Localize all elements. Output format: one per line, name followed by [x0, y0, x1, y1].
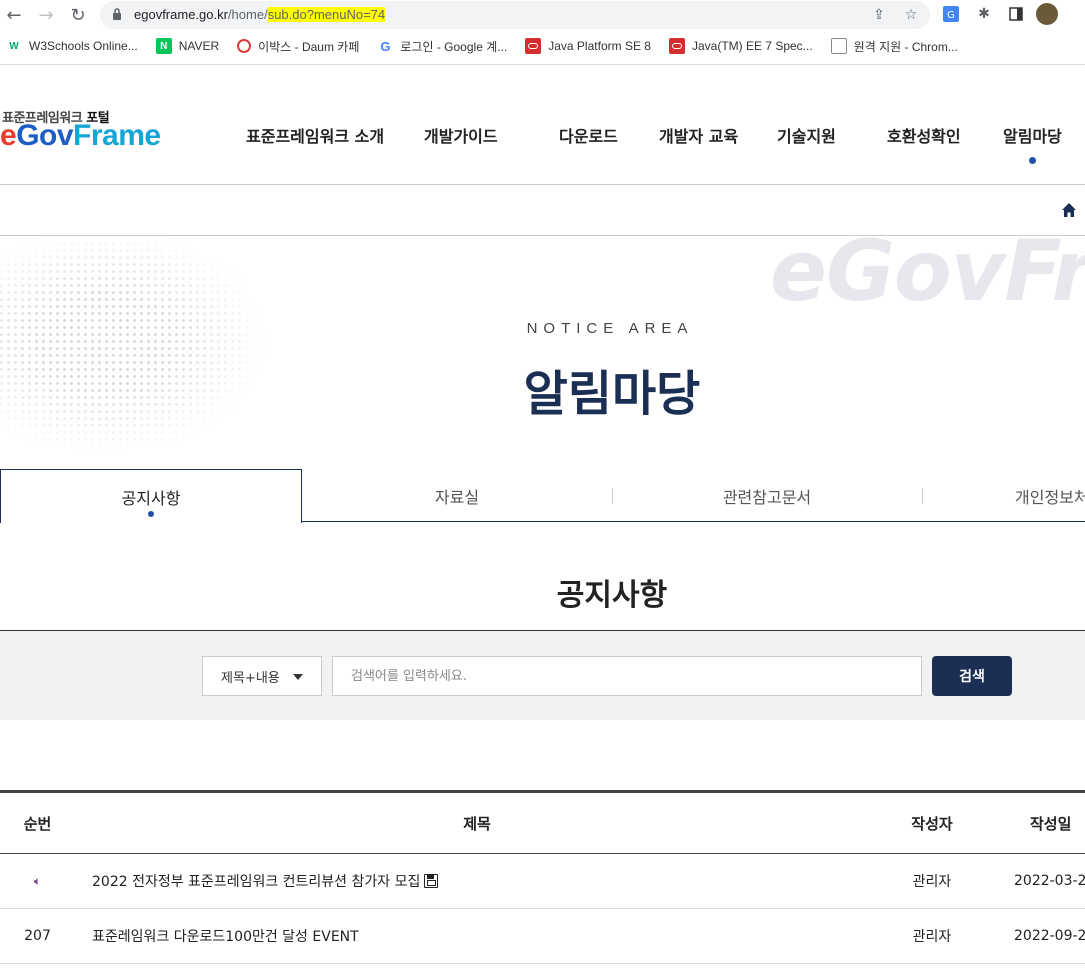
header-date: 작성일: [1030, 814, 1072, 833]
url-text: egovframe.go.kr/home/sub.do?menuNo=74: [134, 7, 386, 22]
active-tab-indicator: [148, 511, 154, 517]
naver-icon: N: [155, 38, 172, 54]
header-writer: 작성자: [911, 814, 953, 833]
search-button[interactable]: 검색: [932, 656, 1012, 696]
site-header: 표준프레임워크 포털 eGovFrame 표준프레임워크 소개 개발가이드 다운…: [0, 65, 1085, 185]
bookmark-daum[interactable]: 이박스 - Daum 카페: [237, 38, 359, 55]
active-nav-indicator: [1029, 157, 1036, 164]
row-date: 2022-03-28: [1014, 873, 1085, 889]
table-row[interactable]: 🔈︎ 2022 전자정부 표준프레임워크 컨트리뷰션 참가자 모집 관리자 20…: [0, 854, 1085, 909]
forward-icon[interactable]: →: [34, 3, 58, 27]
nav-download[interactable]: 다운로드: [559, 123, 618, 147]
search-area: 제목+내용 검색: [0, 630, 1085, 720]
table-header: 순번 제목 작성자 작성일: [0, 793, 1085, 854]
page-title: 알림마당: [523, 366, 701, 422]
bookmarks-bar: W W3Schools Online... N NAVER 이박스 - Daum 카…: [0, 33, 1085, 59]
nav-notice[interactable]: 알림마당: [1003, 123, 1062, 147]
row-title[interactable]: 표준레임워크 다운로드100만건 달성 EVENT: [92, 909, 359, 963]
attachment-icon: [424, 874, 439, 888]
bookmark-label: 이박스 - Daum 카페: [258, 39, 360, 54]
google-icon: G: [380, 38, 391, 54]
chevron-down-icon: [293, 674, 303, 680]
daum-icon: [237, 39, 252, 53]
nav-compat[interactable]: 호환성확인: [887, 123, 961, 147]
browser-toolbar: ← → ↻ egovframe.go.kr/home/sub.do?menuNo…: [0, 0, 1085, 30]
address-bar[interactable]: egovframe.go.kr/home/sub.do?menuNo=74 ⇪ …: [100, 1, 930, 29]
w3schools-icon: W: [9, 40, 19, 52]
home-icon[interactable]: [1061, 202, 1077, 218]
tab-label: 공지사항: [121, 488, 181, 508]
row-title[interactable]: 2022 전자정부 표준프레임워크 컨트리뷰션 참가자 모집: [92, 854, 439, 908]
bookmark-naver[interactable]: N NAVER: [155, 38, 220, 54]
nav-dev-guide[interactable]: 개발가이드: [424, 123, 498, 147]
bookmark-java-se8[interactable]: Java Platform SE 8: [525, 38, 651, 54]
tab-label: 개인정보처리방침: [1015, 488, 1085, 507]
sidepanel-icon[interactable]: [1006, 4, 1026, 24]
extensions-icon[interactable]: ✱: [974, 4, 994, 24]
row-date: 2022-09-22: [1014, 928, 1085, 944]
pinned-notice-cell: 🔈︎: [0, 854, 75, 908]
row-writer: 관리자: [912, 874, 952, 890]
tab-references[interactable]: 관련참고문서: [612, 469, 922, 523]
main-nav: 표준프레임워크 소개 개발가이드 다운로드 개발자 교육 기술지원 호환성확인 …: [0, 123, 1085, 147]
oracle-icon: [668, 38, 685, 54]
bookmark-w3schools[interactable]: W W3Schools Online...: [6, 38, 138, 54]
tab-privacy[interactable]: 개인정보처리방침: [922, 469, 1085, 523]
bookmark-label: NAVER: [178, 39, 220, 53]
bookmark-google[interactable]: G 로그인 - Google 계...: [377, 38, 507, 55]
row-title-text: 2022 전자정부 표준프레임워크 컨트리뷰션 참가자 모집: [92, 874, 421, 890]
table-row[interactable]: 207 표준레임워크 다운로드100만건 달성 EVENT 관리자 2022-0…: [0, 909, 1085, 964]
translate-icon[interactable]: G: [941, 4, 961, 24]
profile-avatar[interactable]: [1036, 3, 1058, 25]
bookmark-label: Java(TM) EE 7 Spec...: [691, 39, 813, 53]
visual-subtitle: NOTICE AREA: [526, 320, 694, 337]
reload-icon[interactable]: ↻: [66, 3, 90, 27]
tab-label: 관련참고문서: [722, 488, 812, 507]
bookmark-label: 로그인 - Google 계...: [400, 39, 508, 54]
nav-intro[interactable]: 표준프레임워크 소개: [246, 123, 384, 147]
remote-desktop-icon: [830, 38, 847, 54]
page-visual: eGovFrame NOTICE AREA 알림마당: [0, 236, 1085, 470]
star-icon[interactable]: ☆: [902, 6, 920, 24]
svg-text:G: G: [947, 10, 955, 21]
row-writer: 관리자: [912, 929, 952, 945]
lock-icon: [113, 8, 121, 20]
bookmark-java-ee7[interactable]: Java(TM) EE 7 Spec...: [668, 38, 813, 54]
nav-education[interactable]: 개발자 교육: [659, 123, 738, 147]
select-value: 제목+내용: [221, 670, 280, 686]
bookmark-label: Java Platform SE 8: [548, 39, 651, 53]
bookmark-label: 원격 지원 - Chrom...: [853, 39, 958, 54]
utility-bar: [0, 185, 1085, 236]
nav-support[interactable]: 기술지원: [777, 123, 836, 147]
section-title: 공지사항: [556, 578, 668, 613]
tab-archive[interactable]: 자료실: [302, 469, 612, 523]
watermark-text: eGovFrame: [770, 236, 1085, 320]
speaker-icon: 🔈︎: [33, 873, 42, 888]
bookmark-label: W3Schools Online...: [29, 39, 138, 53]
row-no: 207: [24, 928, 51, 944]
tab-notice[interactable]: 공지사항: [0, 469, 302, 523]
notice-table: 순번 제목 작성자 작성일 🔈︎ 2022 전자정부 표준프레임워크 컨트리뷰션…: [0, 790, 1085, 964]
bookmark-remote[interactable]: 원격 지원 - Chrom...: [830, 38, 958, 55]
tab-label: 자료실: [434, 488, 480, 507]
search-type-select[interactable]: 제목+내용: [202, 656, 322, 696]
share-icon[interactable]: ⇪: [870, 6, 888, 24]
sub-tabs: 공지사항 자료실 관련참고문서 개인정보처리방침: [0, 469, 1085, 523]
oracle-icon: [525, 38, 542, 54]
search-input[interactable]: [332, 656, 922, 696]
header-title: 제목: [463, 814, 491, 833]
back-icon[interactable]: ←: [2, 3, 26, 27]
